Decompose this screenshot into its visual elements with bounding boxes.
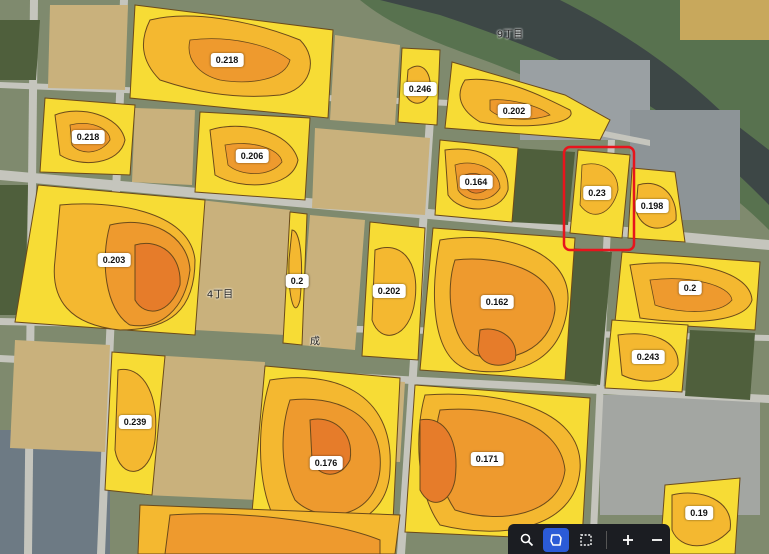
zoom-in-button[interactable] (615, 528, 640, 552)
rectangle-select-button[interactable] (573, 528, 598, 552)
field-value-label[interactable]: 0.246 (403, 82, 437, 96)
zoom-out-button[interactable] (645, 528, 670, 552)
field-value-label[interactable]: 0.164 (459, 175, 493, 189)
field-value-label[interactable]: 0.2 (678, 281, 702, 295)
place-label-9chome: 9丁目 (496, 29, 524, 41)
field-value-label[interactable]: 0.19 (685, 506, 713, 520)
field-value-label[interactable]: 0.162 (480, 295, 514, 309)
search-button[interactable] (514, 528, 539, 552)
field-value-label[interactable]: 0.243 (631, 350, 665, 364)
field-value-label[interactable]: 0.239 (118, 415, 152, 429)
place-label-4chome: 4丁目 (206, 289, 234, 301)
toolbar-divider (606, 531, 608, 549)
zoom-out-icon (652, 539, 663, 541)
field-value-label[interactable]: 0.171 (470, 452, 504, 466)
lasso-button[interactable] (543, 528, 569, 552)
field-value-label[interactable]: 0.2 (285, 274, 309, 288)
field-value-label[interactable]: 0.218 (210, 53, 244, 67)
map-toolbar (508, 524, 670, 554)
field-value-label[interactable]: 0.206 (235, 149, 269, 163)
field-value-label[interactable]: 0.198 (635, 199, 669, 213)
field-value-label[interactable]: 0.176 (309, 456, 343, 470)
field-value-label[interactable]: 0.202 (372, 284, 406, 298)
zoom-in-icon (622, 535, 633, 545)
field-value-label-selected[interactable]: 0.23 (583, 186, 611, 200)
rectangle-select-icon (579, 534, 592, 546)
field-value-label[interactable]: 0.202 (497, 104, 531, 118)
place-label-naru: 成 (310, 336, 320, 348)
map-canvas[interactable] (0, 0, 769, 554)
field-value-label[interactable]: 0.218 (71, 130, 105, 144)
lasso-icon (550, 534, 562, 546)
field-value-label[interactable]: 0.203 (97, 253, 131, 267)
field-bare (680, 0, 769, 40)
search-icon (520, 533, 533, 547)
map-view[interactable]: 9丁目 4丁目 成 0.218 0.246 0.202 0.218 0.206 … (0, 0, 769, 554)
